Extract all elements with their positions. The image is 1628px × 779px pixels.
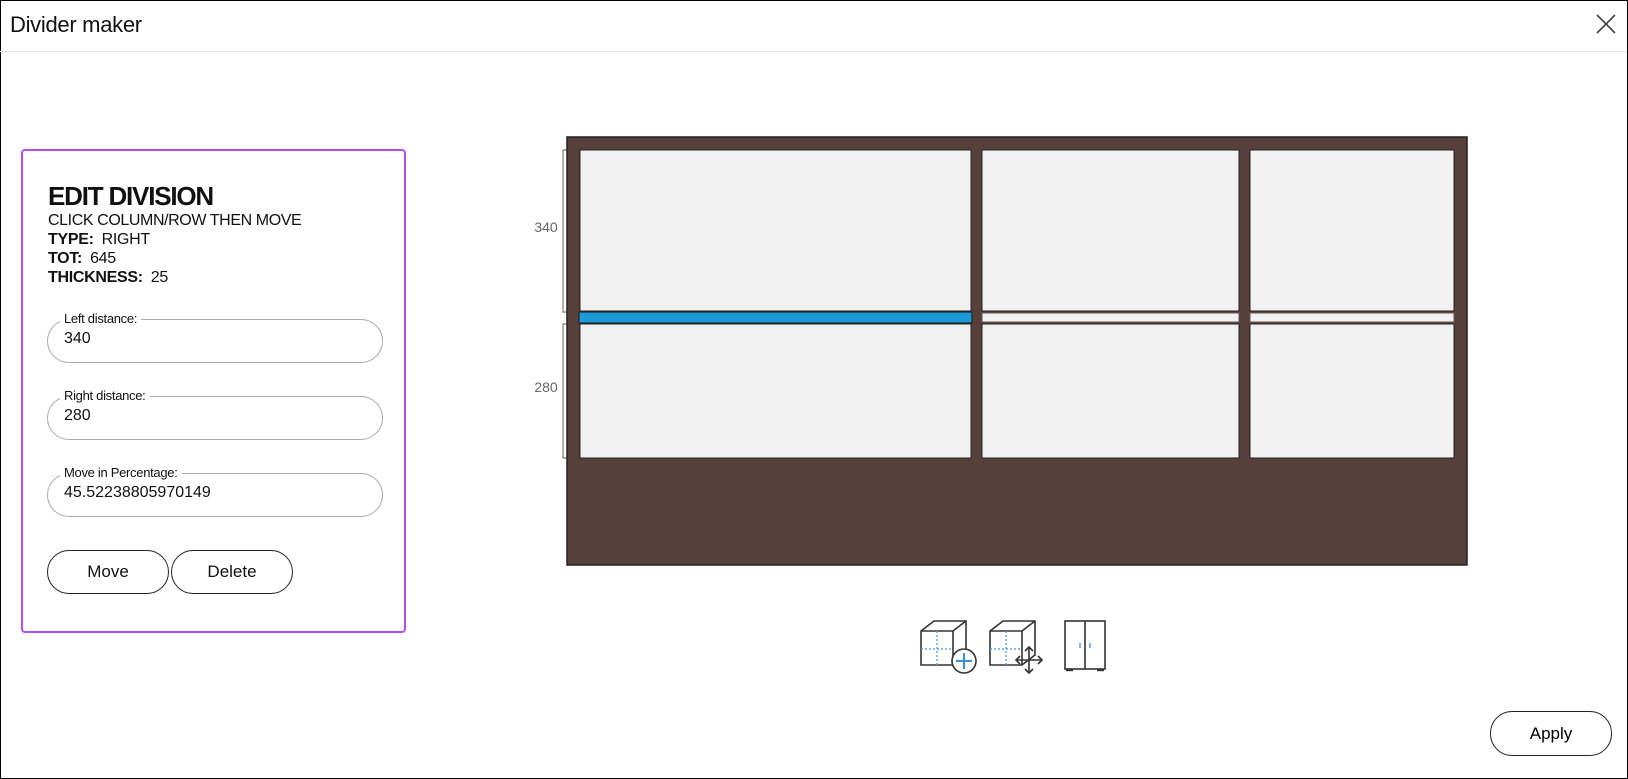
dialog-header: Divider maker: [0, 0, 1626, 52]
tot-label: TOT:: [48, 250, 83, 267]
delete-button[interactable]: Delete: [171, 550, 293, 594]
left-distance-input[interactable]: [64, 330, 364, 348]
type-row: TYPE: RIGHT: [48, 231, 150, 249]
left-distance-field: Left distance:: [47, 311, 383, 363]
apply-button[interactable]: Apply: [1490, 711, 1612, 756]
percentage-input[interactable]: [64, 484, 364, 502]
tot-value: 645: [90, 250, 116, 267]
dialog-title: Divider maker: [10, 12, 142, 37]
thickness-row: THICKNESS: 25: [48, 269, 168, 287]
panel-title: EDIT DIVISION: [48, 181, 214, 211]
right-distance-label: Right distance:: [60, 388, 150, 403]
left-distance-label: Left distance:: [60, 311, 142, 326]
move-division-icon[interactable]: [987, 617, 1047, 675]
percentage-field: Move in Percentage:: [47, 465, 383, 517]
percentage-label: Move in Percentage:: [60, 465, 182, 480]
thickness-label: THICKNESS:: [48, 269, 143, 286]
add-division-icon[interactable]: [918, 617, 978, 675]
type-value: RIGHT: [101, 231, 151, 248]
right-distance-field: Right distance:: [47, 388, 383, 440]
panel-instructions: CLICK COLUMN/ROW THEN MOVE: [48, 212, 302, 229]
move-button[interactable]: Move: [47, 550, 169, 594]
thickness-value: 25: [150, 269, 169, 286]
doors-icon[interactable]: [1062, 617, 1108, 675]
type-label: TYPE:: [48, 231, 94, 248]
tot-row: TOT: 645: [48, 250, 116, 268]
right-distance-input[interactable]: [64, 407, 364, 425]
edit-division-panel: EDIT DIVISION CLICK COLUMN/ROW THEN MOVE…: [21, 149, 406, 633]
close-icon[interactable]: [1594, 12, 1618, 36]
